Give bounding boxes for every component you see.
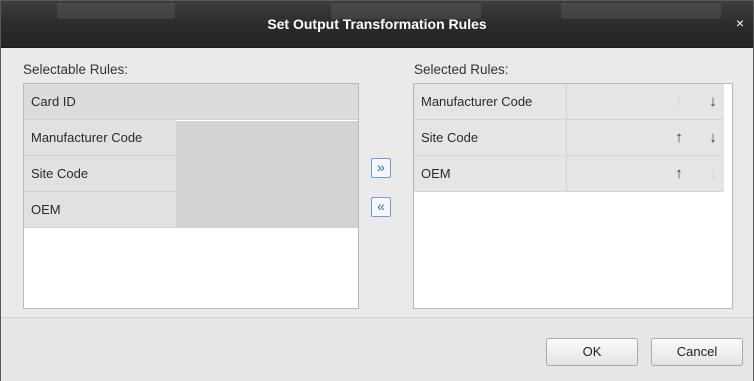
remove-rule-button[interactable]: « <box>371 197 391 217</box>
dialog-footer: OK Cancel <box>1 317 753 381</box>
dialog-title: Set Output Transformation Rules <box>267 16 487 32</box>
move-down-icon[interactable]: ↓ <box>704 84 722 120</box>
move-up-icon[interactable]: ↑ <box>670 156 688 192</box>
move-down-icon: ↓ <box>709 165 717 182</box>
list-item-label: Site Code <box>31 166 89 181</box>
list-item[interactable]: OEM ↑ ↓ <box>414 156 724 192</box>
move-up-icon[interactable]: ↑ <box>670 120 688 156</box>
selected-rules-list[interactable]: Manufacturer Code ↑ ↓ Site Code ↑ ↓ OEM … <box>413 83 733 309</box>
move-down-icon[interactable]: ↓ <box>704 120 722 156</box>
title-bar[interactable]: Set Output Transformation Rules × <box>1 1 753 48</box>
list-item-label: Manufacturer Code <box>31 130 143 145</box>
list-item[interactable]: Manufacturer Code <box>24 120 176 156</box>
list-item[interactable]: Site Code ↑ ↓ <box>414 120 724 156</box>
set-output-transformation-rules-dialog: Set Output Transformation Rules × Select… <box>0 0 754 381</box>
selectable-rules-label: Selectable Rules: <box>23 62 129 77</box>
ok-button[interactable]: OK <box>546 338 638 366</box>
column-divider <box>566 84 567 120</box>
selected-rules-label: Selected Rules: <box>414 62 509 77</box>
selection-shade <box>176 192 358 228</box>
list-item[interactable]: OEM <box>24 192 176 228</box>
list-item[interactable]: Card ID <box>24 84 358 120</box>
column-divider <box>566 156 567 192</box>
add-rule-button[interactable]: » <box>371 158 391 178</box>
list-item-label: Site Code <box>421 130 479 145</box>
close-icon[interactable]: × <box>733 15 747 31</box>
list-item-label: OEM <box>421 166 451 181</box>
move-up-icon: ↑ <box>675 93 683 110</box>
list-item-label: Card ID <box>31 94 76 109</box>
cancel-button[interactable]: Cancel <box>651 338 743 366</box>
list-item[interactable]: Site Code <box>24 156 176 192</box>
column-divider <box>566 120 567 156</box>
list-item-label: Manufacturer Code <box>421 94 533 109</box>
selectable-rules-list[interactable]: Card ID Manufacturer Code Site Code OEM <box>23 83 359 309</box>
list-item[interactable]: Manufacturer Code ↑ ↓ <box>414 84 724 120</box>
list-item-label: OEM <box>31 202 61 217</box>
